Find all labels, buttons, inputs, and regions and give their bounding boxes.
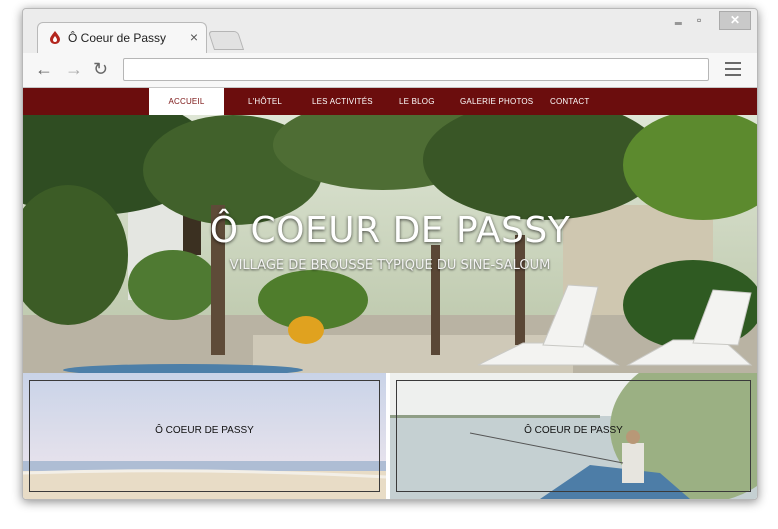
new-tab-button[interactable] <box>207 31 245 50</box>
hero-subtitle: VILLAGE DE BROUSSE TYPIQUE DU SINE-SALOU… <box>229 258 551 273</box>
address-bar[interactable] <box>123 58 709 81</box>
site-navbar: Accueil L'hôtel Les activités Le blog Ga… <box>23 88 757 115</box>
browser-tab[interactable]: Ô Coeur de Passy × <box>37 22 207 53</box>
nav-item-activites[interactable]: Les activités <box>312 88 373 115</box>
maximize-icon[interactable]: ▫ <box>697 13 701 27</box>
feature-card-beach[interactable]: Ô Coeur de Passy <box>23 373 386 499</box>
browser-toolbar: ← → ↻ <box>23 53 757 88</box>
browser-window: Ô Coeur de Passy × ‗ ▫ ✕ ← → ↻ Accueil L… <box>22 8 758 500</box>
minimize-icon[interactable]: ‗ <box>675 11 682 25</box>
forward-arrow-icon[interactable]: → <box>65 59 83 79</box>
card-label: Ô Coeur de Passy <box>155 425 254 436</box>
menu-icon[interactable] <box>725 62 741 80</box>
tab-close-icon[interactable]: × <box>190 29 198 45</box>
nav-item-hotel[interactable]: L'hôtel <box>248 88 282 115</box>
close-window-icon[interactable]: ✕ <box>719 11 751 30</box>
reload-icon[interactable]: ↻ <box>93 59 108 79</box>
tab-title: Ô Coeur de Passy <box>68 31 167 45</box>
nav-item-blog[interactable]: Le blog <box>399 88 435 115</box>
feature-cards: Ô Coeur de Passy Ô Coeur de Passy <box>23 373 757 499</box>
card-frame <box>396 380 751 492</box>
tab-strip: Ô Coeur de Passy × ‗ ▫ ✕ <box>23 9 757 53</box>
nav-item-accueil[interactable]: Accueil <box>149 88 224 115</box>
card-frame <box>29 380 380 492</box>
nav-item-galerie[interactable]: Galerie photos <box>460 88 533 115</box>
feature-card-fishing[interactable]: Ô Coeur de Passy <box>390 373 757 499</box>
card-label: Ô Coeur de Passy <box>524 425 623 436</box>
hero-title: Ô COEUR DE PASSY <box>209 210 571 251</box>
hero-banner: Ô COEUR DE PASSY VILLAGE DE BROUSSE TYPI… <box>23 115 757 373</box>
nav-item-contact[interactable]: Contact <box>550 88 589 115</box>
site-favicon-icon <box>50 31 60 44</box>
page-viewport: Accueil L'hôtel Les activités Le blog Ga… <box>23 88 757 499</box>
back-arrow-icon[interactable]: ← <box>35 59 53 79</box>
